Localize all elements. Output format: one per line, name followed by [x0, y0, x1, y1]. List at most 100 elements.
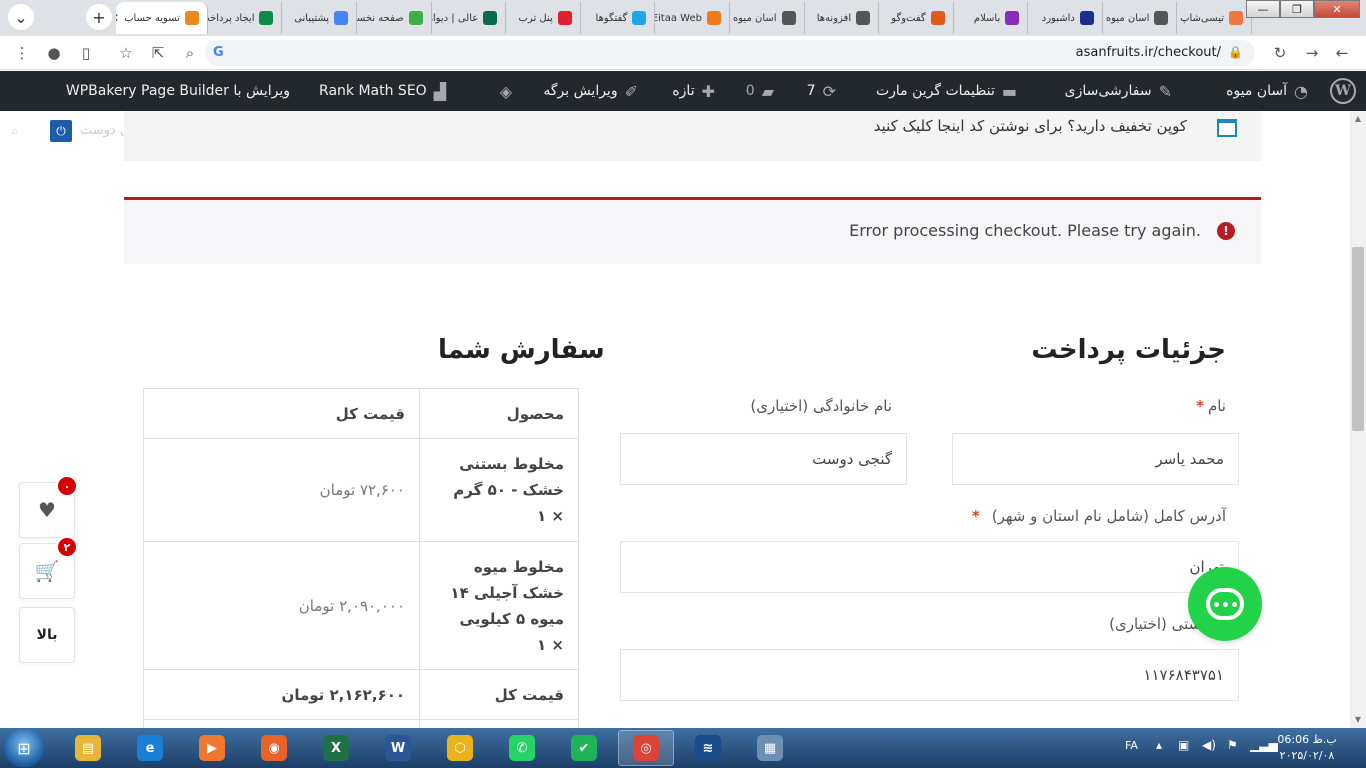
browser-tab[interactable]: باسلام [954, 2, 1029, 34]
google-icon: G [213, 45, 224, 60]
flag-icon[interactable]: ⚑ [1227, 738, 1238, 752]
tab-title: Eitaa Web [655, 12, 702, 24]
sidebar-icon[interactable]: ▯ [76, 43, 96, 63]
taskbar-app-firefox[interactable]: ◉ [246, 730, 302, 766]
taskbar-app-checkmark-app[interactable]: ✔ [556, 730, 612, 766]
tray-expand-icon[interactable]: ▴ [1156, 738, 1162, 752]
scroll-thumb[interactable] [1352, 247, 1364, 431]
cart-button[interactable]: 🛒 ۲ [19, 536, 78, 599]
language-indicator[interactable]: FA [1125, 739, 1138, 752]
share-icon[interactable]: ⇱ [148, 43, 168, 63]
address-input[interactable] [620, 541, 1239, 593]
customize-link[interactable]: ✎ سفارشی‌سازی [1065, 71, 1172, 111]
theme-diamond-link[interactable]: ◈ [500, 71, 512, 111]
address-label-text: آدرس کامل (شامل نام استان و شهر) [991, 507, 1226, 525]
checkout-error-notice: ! Error processing checkout. Please try … [124, 197, 1261, 264]
close-tab-icon[interactable]: ✕ [116, 11, 119, 25]
menu-icon[interactable]: ⋮ [12, 43, 32, 63]
taskbar-app-whatsapp[interactable]: ✆ [494, 730, 550, 766]
theme-settings-link[interactable]: ▬ تنظیمات گرین مارت [876, 71, 1017, 111]
lock-icon: 🔒 [1228, 45, 1243, 59]
postcode-input[interactable] [620, 649, 1239, 701]
scroll-up-icon[interactable]: ▲ [1350, 111, 1366, 127]
chevron-down-icon: ⌄ [14, 7, 28, 27]
taskbar-app-media-player[interactable]: ▶ [184, 730, 240, 766]
browser-tab[interactable]: اسان میوه [730, 2, 805, 34]
taskbar-app-excel[interactable]: X [308, 730, 364, 766]
edit-page-link[interactable]: ✐ ویرایش برگه [543, 71, 638, 111]
tab-title: صفحه نخست [357, 12, 404, 24]
back-to-top-button[interactable]: بالا [19, 607, 75, 663]
scroll-down-icon[interactable]: ▼ [1350, 712, 1366, 728]
first-name-input[interactable] [952, 433, 1239, 485]
site-name-menu[interactable]: ◔ آسان میوه [1226, 71, 1308, 111]
wpbakery-link[interactable]: ویرایش با WPBakery Page Builder [66, 71, 290, 111]
clock[interactable]: 06:06 ب.ظ ۲۰۲۵/۰۲/۰۸ [1268, 732, 1346, 764]
file-explorer-icon: ▤ [75, 735, 101, 761]
comments-link[interactable]: ▰ 0 [746, 71, 774, 111]
tab-search-button[interactable]: ⌄ [8, 4, 34, 30]
comment-icon: ▰ [761, 81, 774, 101]
reload-icon[interactable]: ↻ [1270, 43, 1290, 63]
diamond-icon: ◈ [499, 81, 512, 101]
wishlist-button[interactable]: ♥ ۰ [19, 475, 78, 538]
browser-tab[interactable]: داشبورد [1028, 2, 1103, 34]
bookmark-star-icon[interactable]: ☆ [116, 43, 136, 63]
dashboard-icon: ◔ [1294, 81, 1308, 101]
close-window-button[interactable]: ✕ [1314, 0, 1360, 18]
tab-favicon-icon [259, 11, 274, 25]
taskbar-app-app-hexagon[interactable]: ⬡ [432, 730, 488, 766]
wp-logo-menu[interactable]: W [1330, 71, 1356, 111]
error-message: Error processing checkout. Please try ag… [849, 221, 1201, 240]
browser-tab[interactable]: پنل ترب [506, 2, 581, 34]
tab-favicon-icon [408, 11, 423, 25]
new-content-menu[interactable]: ✚ تازه [672, 71, 715, 111]
last-name-input[interactable] [620, 433, 907, 485]
browser-tab[interactable]: گفتگوها [581, 2, 656, 34]
chat-button[interactable] [1188, 567, 1262, 641]
tab-favicon-icon [1154, 11, 1169, 25]
coupon-toggle-link[interactable]: کوپن تخفیف دارید؟ برای نوشتن کد اینجا کل… [874, 117, 1187, 135]
profile-icon[interactable]: ● [44, 43, 64, 63]
rank-math-menu[interactable]: ▟ Rank Math SEO [319, 71, 446, 111]
browser-tab[interactable]: گفت‌وگو [879, 2, 954, 34]
browser-tab[interactable]: صفحه نخست [357, 2, 432, 34]
browser-tab[interactable]: Eitaa Web [655, 2, 730, 34]
taskbar-app-accounting-app[interactable]: ≋ [680, 730, 736, 766]
forward-icon[interactable]: → [1302, 43, 1322, 63]
restore-button[interactable]: ❐ [1280, 0, 1314, 18]
chrome-icon: ◎ [633, 735, 659, 761]
edit-page-label: ویرایش برگه [543, 83, 618, 99]
folder-icon: ▬ [1001, 81, 1017, 101]
chat-dot [1213, 601, 1219, 607]
minimize-button[interactable]: — [1246, 0, 1280, 18]
updates-link[interactable]: ⟳ 7 [807, 71, 836, 111]
tab-title: ایجاد پرداخت [208, 12, 255, 24]
new-tab-button[interactable]: + [86, 4, 112, 30]
browser-tab[interactable]: افزونه‌ها [805, 2, 880, 34]
browser-tab[interactable]: پشتیبانی [282, 2, 358, 34]
back-icon[interactable]: ← [1332, 43, 1352, 63]
taskbar-app-control-panel[interactable]: ▦ [742, 730, 798, 766]
start-button[interactable]: ⊞ [4, 729, 44, 767]
page-scrollbar[interactable]: ▲ ▼ [1350, 111, 1366, 728]
coupon-notice: کوپن تخفیف دارید؟ برای نوشتن کد اینجا کل… [124, 111, 1261, 161]
taskbar-app-word[interactable]: W [370, 730, 426, 766]
order-total-row: قیمت کل ۲,۱۶۲,۶۰۰ تومان [143, 669, 579, 720]
required-marker: * [971, 507, 980, 525]
volume-icon[interactable]: ◀) [1202, 738, 1216, 752]
network-icon[interactable]: ▣ [1178, 738, 1189, 752]
zoom-icon[interactable]: ⌕ [180, 43, 200, 63]
omnibox[interactable]: 🔒 asanfruits.ir/checkout/ G [205, 40, 1255, 66]
tab-favicon-icon [1005, 11, 1020, 25]
power-icon[interactable]: ⏻ [50, 120, 72, 142]
browser-tab[interactable]: اسان میوه [1103, 2, 1178, 34]
browser-tab[interactable]: عالی | دیوار [432, 2, 507, 34]
browser-tab[interactable]: تسویه حساب ✕ [116, 2, 208, 34]
taskbar-app-chrome[interactable]: ◎ [618, 730, 674, 766]
chat-dot [1231, 601, 1237, 607]
browser-tab[interactable]: ایجاد پرداخت [208, 2, 283, 34]
taskbar-app-internet-explorer[interactable]: e [122, 730, 178, 766]
browser-tab[interactable]: تیسی‌شاپ [1177, 2, 1252, 34]
taskbar-app-file-explorer[interactable]: ▤ [60, 730, 116, 766]
